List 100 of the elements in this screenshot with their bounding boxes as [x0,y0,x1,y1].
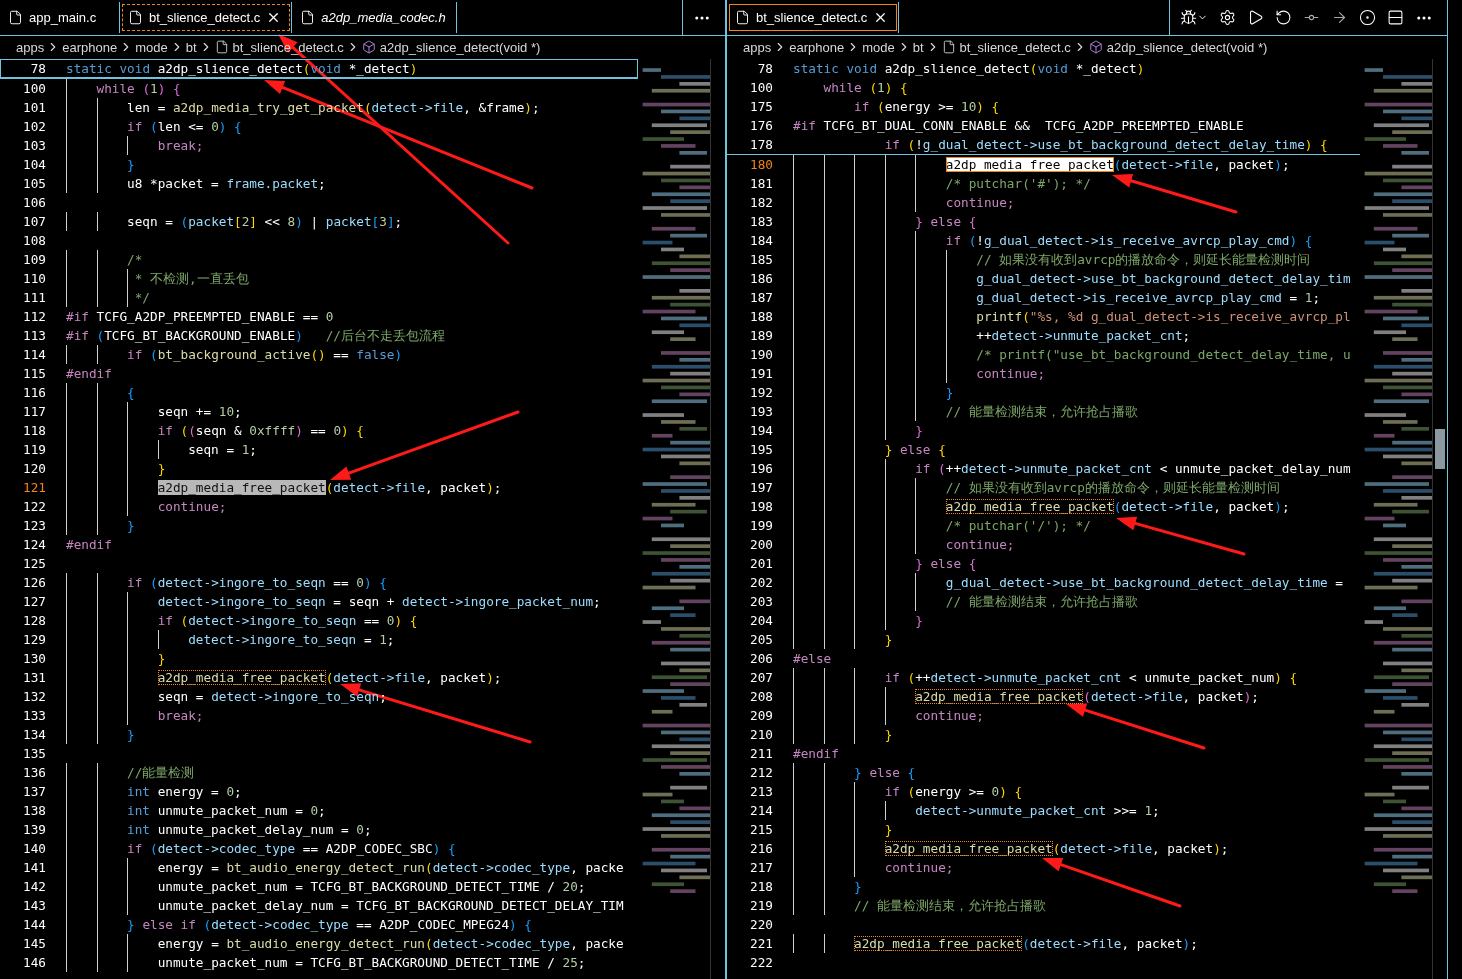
code-line: } [945,384,954,402]
file-icon [8,10,23,25]
line-number: 201 [749,555,773,573]
code-line: continue; [157,498,227,516]
code-line: seqn = detect->ingore_to_seqn; [157,688,387,706]
code-line: u8 *packet = frame.packet; [127,175,326,193]
line-number: 191 [749,365,773,383]
code-line: } [884,631,893,649]
breadcrumb-item[interactable]: mode [135,39,168,55]
line-number: 145 [22,935,46,953]
line-number: 136 [22,764,46,782]
arrow-icon[interactable] [1331,9,1348,26]
code-line: if (detect->ingore_to_seqn == 0) { [127,574,387,592]
line-number: 141 [22,859,46,877]
editor-tab[interactable]: bt_slience_detect.c [120,2,293,33]
code-line: a2dp_media_free_packet(detect->file, packet); [915,688,1259,706]
code-line: continue; [976,365,1046,383]
line-number: 131 [22,669,46,687]
code-line: if ((seqn & 0xffff) == 0) { [157,422,364,440]
line-number: 109 [22,251,46,269]
play-icon[interactable] [1247,9,1264,26]
scrollbar-thumb[interactable] [1435,429,1445,469]
code-line: #else [793,650,832,668]
line-number: 104 [22,156,46,174]
breadcrumb-item[interactable]: bt [185,39,197,55]
editor-tab[interactable]: app_main.c [0,2,120,33]
breadcrumb-item[interactable]: apps [743,39,772,55]
breadcrumb-item[interactable]: bt [912,39,924,55]
line-number: 218 [749,878,773,896]
line-number: 138 [22,802,46,820]
file-icon [128,10,143,25]
code-line: #endif [793,745,839,763]
code-line: */ [134,289,150,307]
line-number: 216 [749,840,773,858]
circle-icon[interactable] [1359,9,1376,26]
line-number: 221 [749,935,773,953]
restart-icon[interactable] [1275,9,1292,26]
code-line: energy = bt_audio_energy_detect_run(detect->codec_type, packe [157,859,624,877]
line-number: 190 [749,346,773,364]
line-number: 219 [749,897,773,915]
editor-tab[interactable]: bt_slience_detect.c [727,2,900,33]
line-number: 112 [22,308,46,326]
code-line: /* putchar('/'); */ [945,517,1091,535]
line-number: 115 [22,365,46,383]
code-line: static void a2dp_slience_detect(void *_detect) [793,60,1145,78]
settings-icon[interactable] [1219,9,1236,26]
line-number: 140 [22,840,46,858]
code-line: seqn = 1; [188,441,257,459]
editor-tab[interactable]: a2dp_media_codec.h [292,2,457,33]
line-number: 211 [749,745,773,763]
file-icon [300,10,316,25]
code-line: seqn += 10; [157,403,242,421]
code-line: detect->ingore_to_seqn = seqn + detect->ingore_packet_num; [157,593,601,611]
line-number: 202 [749,574,773,592]
code-line: { [127,384,135,402]
line-number: 210 [749,726,773,744]
line-number: 220 [749,916,773,934]
code-line: // 能量检测结束，允许抢占播歌 [854,897,1046,915]
code-line: int energy = 0; [127,783,242,801]
code-line: } [127,726,135,744]
line-number: 78 [756,60,773,78]
line-number: 200 [749,536,773,554]
line-number: 186 [749,270,773,288]
breadcrumb-item[interactable]: a2dp_slience_detect(void *) [361,39,541,55]
line-number: 137 [22,783,46,801]
code-line: if (++detect->unmute_packet_cnt < unmute_packet_delay_num [915,460,1351,478]
breadcrumb-item[interactable]: apps [16,39,45,55]
line-number: 100 [22,80,46,98]
line-number: 198 [749,498,773,516]
line-number: 135 [22,745,46,763]
line-number: 117 [22,403,46,421]
line-number: 124 [22,536,46,554]
code-line: a2dp_media_free_packet(detect->file, packet); [945,156,1290,174]
line-number: 134 [22,726,46,744]
line-number: 122 [22,498,46,516]
line-number: 139 [22,821,46,839]
line-number: 212 [749,764,773,782]
code-line: int unmute_packet_delay_num = 0; [127,821,372,839]
line-number: 105 [22,175,46,193]
breadcrumb-item[interactable]: earphone [789,39,845,55]
breadcrumb-item[interactable]: bt_slience_detect.c [941,39,1071,55]
line-number: 123 [22,517,46,535]
breadcrumb-item[interactable]: mode [862,39,895,55]
code-line: } [127,156,135,174]
line-number: 126 [22,574,46,592]
code-line: seqn = (packet[2] << 8) | packet[3]; [127,213,403,231]
line-number: 78 [29,60,46,78]
code-line: /* putchar('#'); */ [945,175,1091,193]
code-line: if (!g_dual_detect->use_bt_background_detect_delay_time) { [884,136,1328,154]
code-line: } else if (detect->codec_type == A2DP_CODEC_MPEG24) { [127,916,532,934]
code-line: a2dp_media_free_packet(detect->file, packet); [884,840,1229,858]
cube-icon [361,40,376,54]
breadcrumb-item[interactable]: a2dp_slience_detect(void *) [1088,39,1268,55]
debug-icon[interactable] [1180,9,1197,26]
line-number: 107 [22,213,46,231]
code-line: } [157,460,166,478]
code-line: energy = bt_audio_energy_detect_run(detect->codec_type, packe [157,935,624,953]
split-editor-icon[interactable] [1387,9,1404,26]
breadcrumb-item[interactable]: earphone [62,39,118,55]
line-number: 100 [749,79,773,97]
